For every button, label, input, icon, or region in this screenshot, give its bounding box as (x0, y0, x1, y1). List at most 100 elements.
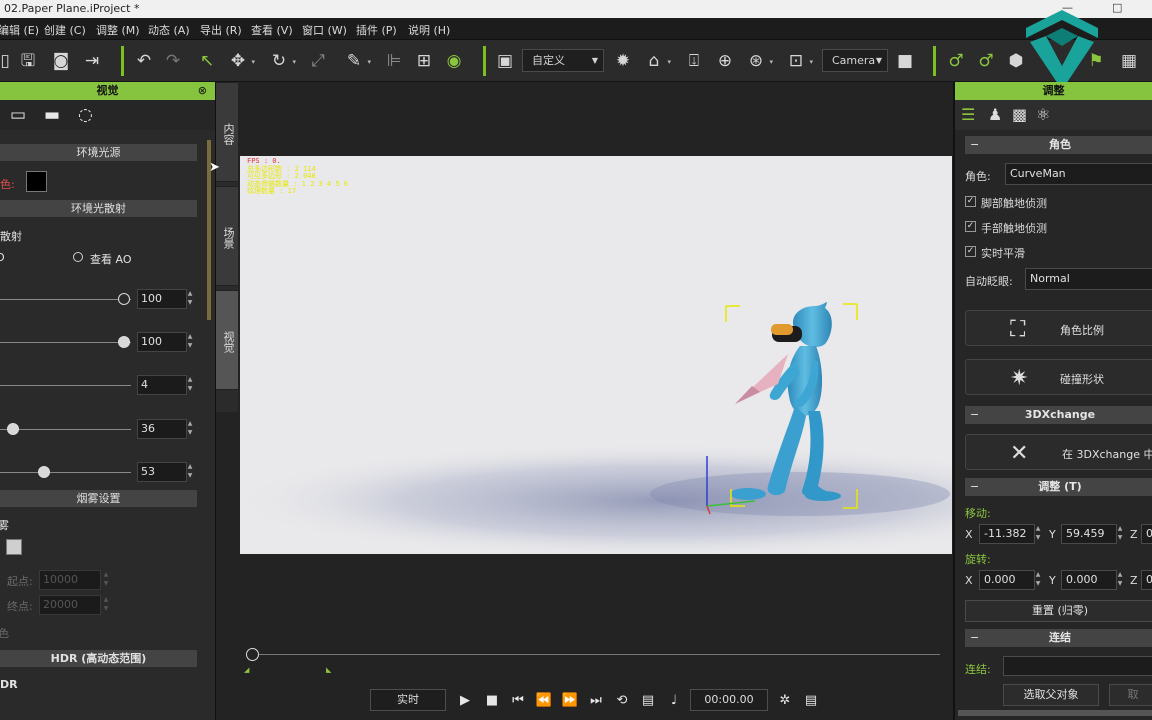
rotate-y-input[interactable]: 0.000 (1061, 570, 1117, 590)
folder-icon[interactable]: ▯ (0, 50, 16, 72)
layout-icon[interactable]: ▣ (494, 50, 516, 72)
spinner-icon[interactable]: ▲ ▼ (185, 419, 195, 439)
slider-value[interactable]: 53 (137, 462, 187, 482)
collision-shape-button[interactable]: ✷ 碰撞形状 (965, 359, 1152, 395)
light-icon[interactable]: ✹ (612, 50, 634, 72)
section-fog[interactable]: 烟雾设置 (0, 490, 197, 507)
slider-knob[interactable] (118, 293, 130, 305)
eye-icon[interactable]: ◉ (443, 50, 465, 72)
bone2-icon[interactable]: ♂ (975, 50, 997, 72)
rotate-z-input[interactable]: 0 (1141, 570, 1152, 590)
section-hdr[interactable]: HDR (高动态范围) (0, 650, 197, 667)
spinner-icon[interactable]: ▲ ▼ (1115, 524, 1125, 544)
ambient-color-swatch[interactable] (26, 171, 47, 192)
atom-icon[interactable]: ⚛ (1036, 105, 1050, 124)
subtitle-icon[interactable]: ▤ (639, 692, 657, 710)
fog-end-input[interactable]: 20000 (39, 595, 101, 615)
slider-value[interactable]: 100 (137, 289, 187, 309)
cancel-link-button[interactable]: 取 (1109, 684, 1152, 706)
timeline-start-marker[interactable]: ◢ (244, 666, 249, 674)
menu-create[interactable]: 创建 (C) (44, 22, 86, 38)
spinner-icon[interactable]: ▲ ▼ (185, 375, 195, 395)
reset-button[interactable]: 重置 (归零) (965, 600, 1152, 622)
layers-icon[interactable]: ▬ (44, 105, 60, 125)
move-y-input[interactable]: 59.459 (1061, 524, 1117, 544)
tab-scene[interactable]: 场景 (216, 186, 238, 286)
3d-viewport[interactable]: FPS : 0. 总多边形数 : 2 114 可见多边形 : 2 048 动态骨… (240, 156, 952, 554)
pick-parent-button[interactable]: 选取父对象 (1003, 684, 1099, 706)
spinner-icon[interactable]: ▲ ▼ (101, 595, 111, 615)
menu-export[interactable]: 导出 (R) (200, 22, 242, 38)
spinner-icon[interactable]: ▲ ▼ (1115, 570, 1125, 590)
checker-icon[interactable]: ▩ (1012, 105, 1027, 124)
link-target-field[interactable] (1003, 656, 1152, 676)
section-adjust-transform[interactable]: − 调整 (T) (965, 478, 1152, 496)
sliders-icon[interactable]: ☰ (961, 105, 975, 124)
slider-knob[interactable] (38, 466, 50, 478)
hand-contact-checkbox[interactable]: ✓ (965, 221, 976, 232)
view-preset-select[interactable]: 自定义 ▼ (522, 49, 604, 72)
orbit-icon[interactable]: ⊛ ▾ (745, 50, 773, 72)
loop-icon[interactable]: ⟲ (613, 692, 631, 710)
spinner-icon[interactable]: ▲ ▼ (1033, 570, 1043, 590)
section-3dxchange[interactable]: −3DXchange (965, 406, 1152, 424)
camera-select[interactable]: Camera ▼ (822, 49, 888, 72)
section-link[interactable]: − 连结 (965, 629, 1152, 647)
go-end-icon[interactable]: ⏭ (587, 692, 605, 710)
menu-help[interactable]: 说明 (H) (408, 22, 450, 38)
scale-icon[interactable]: ⤢ (307, 50, 329, 72)
step-back-icon[interactable]: ⏪ (535, 692, 553, 710)
rotate-icon[interactable]: ↻ ▾ (268, 50, 296, 72)
menu-adjust[interactable]: 调整 (M) (96, 22, 140, 38)
timeline-scrubber[interactable] (246, 648, 259, 661)
section-ambient-occlusion[interactable]: 环境光散射 (0, 200, 197, 217)
auto-blink-select[interactable]: Normal (1025, 268, 1152, 290)
section-character[interactable]: − 角色 (965, 136, 1152, 154)
bone-icon[interactable]: ♂ (945, 50, 967, 72)
lens-icon[interactable]: ◌ (78, 105, 93, 125)
image-icon[interactable]: ▭ (10, 105, 26, 125)
menu-edit[interactable]: 编辑 (E) (0, 22, 39, 38)
stop-icon[interactable]: ■ (483, 692, 501, 710)
spinner-icon[interactable]: ▲ ▼ (185, 462, 195, 482)
realtime-button[interactable]: 实时 (370, 689, 446, 711)
go-start-icon[interactable]: ⏮ (509, 692, 527, 710)
motion-icon[interactable]: ♟ (988, 105, 1002, 124)
align-left-icon[interactable]: ⊫ (383, 50, 405, 72)
view-ao-radio[interactable] (73, 252, 83, 262)
audio-icon[interactable]: ♩ (665, 692, 683, 710)
move-x-input[interactable]: -11.382 (979, 524, 1035, 544)
menu-window[interactable]: 窗口 (W) (302, 22, 347, 38)
fog-start-input[interactable]: 10000 (39, 570, 101, 590)
character-name-field[interactable]: CurveMan (1005, 163, 1152, 185)
slider-knob[interactable] (7, 423, 19, 435)
tab-visual[interactable]: 视觉 (216, 290, 238, 390)
slider-value[interactable]: 100 (137, 332, 187, 352)
play-icon[interactable]: ▶ (456, 692, 474, 710)
spinner-icon[interactable]: ▲ ▼ (185, 289, 195, 309)
timeline-end-marker[interactable]: ◣ (326, 666, 331, 674)
menu-view[interactable]: 查看 (V) (251, 22, 293, 38)
timeline-track[interactable] (252, 654, 940, 655)
preview-icon[interactable]: ◙ (50, 50, 72, 72)
rotate-x-input[interactable]: 0.000 (979, 570, 1035, 590)
slider-value[interactable]: 4 (137, 375, 187, 395)
redo-icon[interactable]: ↷ (162, 50, 184, 72)
grid-icon[interactable]: ▦ (1118, 50, 1140, 72)
ruler-icon[interactable]: ✎ ▾ (343, 50, 371, 72)
foot-contact-checkbox[interactable]: ✓ (965, 196, 976, 207)
align-icon[interactable]: ⊞ (413, 50, 435, 72)
slider-knob[interactable] (118, 336, 130, 348)
time-display[interactable]: 00:00.00 (690, 689, 768, 711)
export-icon[interactable]: ⇥ (81, 50, 103, 72)
fog-checkbox[interactable] (6, 539, 22, 555)
close-icon[interactable]: ⊗ (198, 82, 207, 100)
video-camera-icon[interactable]: ■ (894, 50, 916, 72)
home-icon[interactable]: ⌂ ▾ (643, 50, 671, 72)
section-ambient-light[interactable]: 环境光源 (0, 144, 197, 161)
undo-icon[interactable]: ↶ (133, 50, 155, 72)
panel-horizontal-scrollbar[interactable] (958, 710, 1152, 716)
menu-animation[interactable]: 动态 (A) (148, 22, 190, 38)
realtime-smooth-checkbox[interactable]: ✓ (965, 246, 976, 257)
spinner-icon[interactable]: ▲ ▼ (1033, 524, 1043, 544)
